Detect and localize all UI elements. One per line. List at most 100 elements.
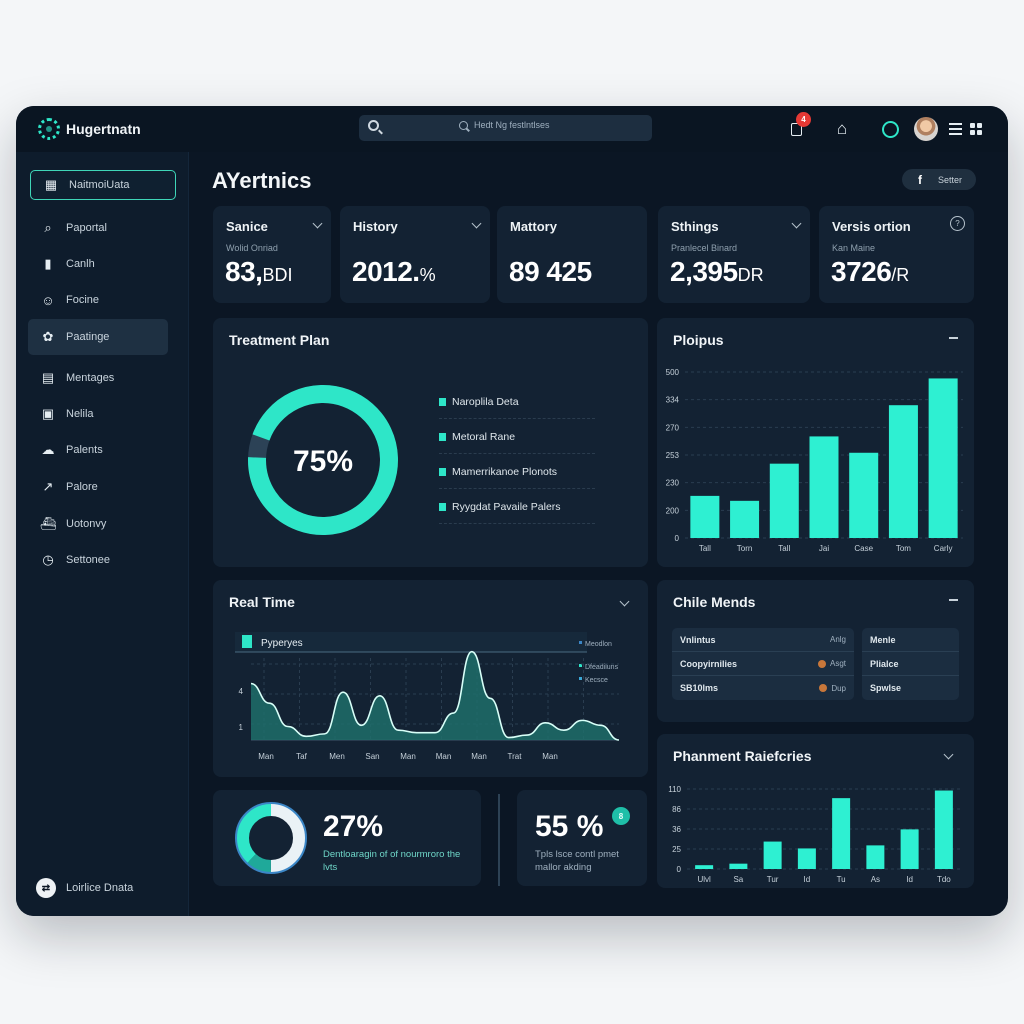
kpi-badge: 8: [612, 807, 630, 825]
bar[interactable]: [763, 841, 782, 869]
legend-label: Naroplila Deta: [452, 396, 519, 408]
stat-card[interactable]: Sthings Pranlecel Binard 2,395DR: [658, 206, 810, 303]
legend-label: Dfeadiluns: [585, 664, 619, 671]
search-icon: ⌕: [44, 220, 52, 235]
bar[interactable]: [832, 798, 851, 869]
share-button[interactable]: f Setter: [902, 169, 976, 190]
sidebar-item-canlh[interactable]: ▮ Canlh: [28, 250, 168, 278]
stat-card[interactable]: History 2012.%: [340, 206, 490, 303]
sidebar-item-palents[interactable]: ☁ Palents: [28, 436, 168, 464]
legend-label: Ryygdat Pavaile Palers: [452, 501, 561, 513]
series-line: [250, 650, 620, 741]
legend-swatch: [439, 433, 446, 441]
notification-badge: 4: [796, 112, 811, 127]
bar[interactable]: [809, 436, 839, 538]
bar[interactable]: [729, 863, 748, 869]
x-tick-label: San: [365, 752, 379, 761]
bar[interactable]: [690, 495, 720, 538]
notifications-button[interactable]: 4: [784, 112, 811, 141]
real-time-chart: Pyperyes Meodlon Dfeadiluns Kecsce 1 4 Man Taf M…: [235, 632, 620, 761]
sidebar-footer-item[interactable]: ⇄ Loirlice Dnata: [36, 878, 133, 898]
help-icon[interactable]: ?: [950, 216, 965, 231]
status-dot-icon: [817, 659, 826, 668]
legend-dot: [579, 677, 582, 680]
stat-card[interactable]: Mattory 89 425: [497, 206, 647, 303]
apps-grid-icon[interactable]: [970, 123, 982, 135]
search-icon: [459, 120, 468, 130]
x-tick-label: Man: [471, 752, 487, 761]
real-time-card: Real Time Pyperyes Meodlon Dfeadiluns Kecsc…: [213, 580, 648, 777]
x-tick-label: Trat: [508, 752, 523, 761]
sidebar-item-paportal[interactable]: ⌕ Paportal: [28, 214, 168, 242]
user-avatar[interactable]: [914, 117, 938, 141]
home-icon[interactable]: ⌂: [830, 117, 854, 141]
legend-dot: [579, 641, 582, 644]
message-icon: ▤: [41, 370, 55, 385]
bar[interactable]: [928, 378, 958, 538]
legend-label: Metoral Rane: [452, 431, 516, 443]
stat-title: Versis ortion: [832, 219, 911, 234]
table-row[interactable]: Menle: [862, 628, 959, 652]
sidebar-item-focine[interactable]: ☺ Focine: [28, 286, 168, 314]
search-icon[interactable]: [368, 120, 379, 131]
bar[interactable]: [797, 848, 816, 869]
row-name: Menle: [870, 634, 896, 645]
sidebar-item-uotonvy[interactable]: ⛴ Uotonvy: [28, 510, 168, 538]
bar[interactable]: [695, 865, 714, 869]
bar[interactable]: [866, 845, 885, 869]
chile-mends-side-table: Menle Plialce Spwlse: [862, 628, 959, 700]
collapse-icon[interactable]: [949, 599, 958, 601]
sidebar-item-label: Nelila: [66, 408, 94, 420]
bar[interactable]: [730, 500, 760, 538]
legend-swatch: [439, 503, 446, 511]
bar[interactable]: [849, 452, 879, 538]
chile-mends-title: Chile Mends: [673, 594, 756, 610]
robot-icon: ☺: [41, 292, 55, 308]
phanment-card: Phanment Raiefcries 0 25 36 86 110 Ulvl Sa Tur I…: [657, 734, 974, 888]
stat-subtitle: Pranlecel Binard: [671, 243, 738, 253]
stat-unit: DR: [737, 265, 764, 285]
chevron-down-icon[interactable]: [312, 218, 323, 229]
x-tick-label: Jai: [819, 544, 829, 553]
stat-card[interactable]: Versis ortion Kan Maine 3726/R?: [819, 206, 974, 303]
y-tick-label: 334: [666, 396, 680, 405]
sidebar-item-nelila[interactable]: ▣ Nelila: [28, 400, 168, 428]
table-row[interactable]: Plialce: [862, 652, 959, 676]
sidebar-item-label: Paportal: [66, 222, 107, 234]
sidebar-item-palore[interactable]: ↗ Palore: [28, 473, 168, 501]
legend-item: Metoral Rane: [439, 419, 595, 454]
table-row[interactable]: SB10lms Dup: [672, 676, 854, 700]
sidebar: ▦ NaitmoiUata ⌕ Paportal ▮ Canlh ☺ Focine ✿ Paati…: [16, 152, 189, 916]
chat-button[interactable]: [878, 117, 902, 141]
sidebar-item-label: Canlh: [66, 258, 95, 270]
stat-value: 83,BDI: [225, 256, 292, 288]
menu-icon[interactable]: [948, 117, 962, 141]
facebook-icon: f: [918, 172, 922, 187]
sidebar-item-mentages[interactable]: ▤ Mentages: [28, 364, 168, 392]
search-input[interactable]: Hedt Ng festlntlses: [359, 115, 652, 141]
sidebar-item-naitmoiuata[interactable]: ▦ NaitmoiUata: [30, 170, 176, 200]
row-meta: Asgt: [829, 659, 846, 668]
legend-item: Mamerrikanoe Plonots: [439, 454, 595, 489]
app-logo[interactable]: Hugertnatn: [38, 118, 141, 140]
sidebar-item-settonee[interactable]: ◷ Settonee: [28, 546, 168, 574]
y-tick-label: 110: [668, 785, 681, 794]
table-row[interactable]: Coopyirnilies Asgt: [672, 652, 854, 676]
table-row[interactable]: Vnlintus Anlg: [672, 628, 854, 652]
x-tick-label: Ulvl: [697, 875, 711, 884]
bar[interactable]: [769, 463, 799, 538]
clock-icon: ◷: [42, 552, 54, 567]
settings-gear-icon: ✿: [42, 329, 54, 344]
phanment-chart: 0 25 36 86 110 Ulvl Sa Tur Id Tu As Id Tdo: [668, 785, 961, 884]
chevron-down-icon[interactable]: [471, 218, 482, 229]
table-row[interactable]: Spwlse: [862, 676, 959, 700]
x-tick-label: As: [871, 875, 880, 884]
sidebar-item-paatinge[interactable]: ✿ Paatinge: [28, 319, 168, 355]
bar[interactable]: [888, 405, 918, 538]
chevron-down-icon[interactable]: [791, 218, 802, 229]
bar[interactable]: [934, 790, 953, 869]
bar[interactable]: [900, 829, 919, 869]
stat-card[interactable]: Sanice Wolid Onriad 83,BDI: [213, 206, 331, 303]
sidebar-item-label: Settonee: [66, 554, 111, 566]
chile-mends-card: Chile Mends Vnlintus Anlg Coopyirnilies Asg…: [657, 580, 974, 722]
